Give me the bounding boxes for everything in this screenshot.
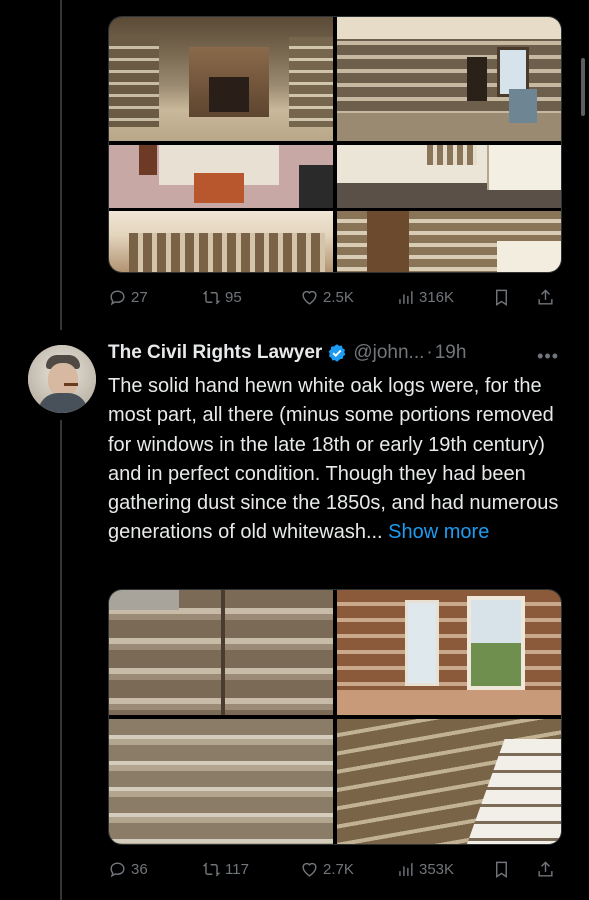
tweet2-media-grid — [108, 589, 562, 845]
share-button[interactable] — [536, 288, 555, 307]
tweet-text: The solid hand hewn white oak logs were,… — [108, 372, 568, 548]
like-button[interactable]: 2.5K — [300, 288, 354, 307]
reply-icon — [110, 861, 125, 877]
views-icon — [399, 862, 413, 876]
show-more-link[interactable]: Show more — [388, 521, 489, 543]
thread-connector-line — [60, 420, 62, 900]
author-name[interactable]: The Civil Rights Lawyer — [108, 342, 322, 364]
separator-dot: · — [426, 342, 433, 363]
reply-button[interactable]: 36 — [108, 860, 148, 879]
bookmark-button[interactable] — [492, 860, 511, 879]
bookmark-icon — [496, 289, 507, 306]
views-button[interactable]: 353K — [396, 860, 454, 879]
like-icon — [302, 290, 317, 305]
media-image-demolition-wall[interactable] — [109, 211, 333, 272]
media-image-whitewashed-logs[interactable] — [109, 719, 333, 844]
like-count: 2.7K — [323, 860, 354, 878]
bookmark-icon — [496, 861, 507, 878]
tweet-time[interactable]: 19h — [435, 342, 467, 364]
reply-icon — [110, 289, 125, 305]
more-options-button[interactable]: ••• — [537, 346, 559, 367]
view-count: 316K — [419, 288, 455, 306]
media-image-window-view[interactable] — [337, 590, 561, 715]
avatar[interactable] — [28, 345, 96, 413]
retweet-button[interactable]: 117 — [202, 860, 249, 879]
like-icon — [302, 862, 317, 877]
tweet2-action-bar: 36 117 2.7K 353K — [108, 856, 560, 882]
views-icon — [399, 290, 413, 304]
retweet-button[interactable]: 95 — [202, 288, 242, 307]
media-image-staircase[interactable] — [337, 719, 561, 844]
reply-count: 27 — [131, 288, 148, 306]
retweet-icon — [202, 862, 221, 876]
author-handle[interactable]: @john... — [353, 342, 424, 364]
reply-button[interactable]: 27 — [108, 288, 148, 307]
media-image-interior-pink[interactable] — [109, 145, 333, 208]
thread-connector-line — [60, 0, 62, 330]
share-button[interactable] — [536, 860, 555, 879]
tweet1-action-bar: 27 95 2.5K 316K — [108, 284, 560, 310]
media-image-log-wall-closeup[interactable] — [109, 590, 333, 715]
media-image-corner-room[interactable] — [337, 145, 561, 208]
retweet-icon — [202, 290, 221, 304]
tweet1-media-grid — [108, 16, 562, 273]
media-image-exposed-logs[interactable] — [337, 211, 561, 272]
verified-badge-icon — [328, 344, 346, 362]
tweet-body: The solid hand hewn white oak logs were,… — [108, 375, 559, 544]
share-icon — [538, 860, 553, 877]
views-button[interactable]: 316K — [396, 288, 454, 307]
retweet-count: 95 — [225, 288, 242, 306]
retweet-count: 117 — [225, 860, 249, 878]
view-count: 353K — [419, 860, 455, 878]
media-image-window-room[interactable] — [337, 17, 561, 141]
reply-count: 36 — [131, 860, 148, 878]
like-button[interactable]: 2.7K — [300, 860, 354, 879]
tweet2-header: The Civil Rights Lawyer @john... · 19h — [108, 342, 568, 364]
like-count: 2.5K — [323, 288, 354, 306]
bookmark-button[interactable] — [492, 288, 511, 307]
media-image-fireplace-room[interactable] — [109, 17, 333, 141]
share-icon — [538, 288, 553, 305]
scrollbar-thumb[interactable] — [581, 58, 585, 116]
